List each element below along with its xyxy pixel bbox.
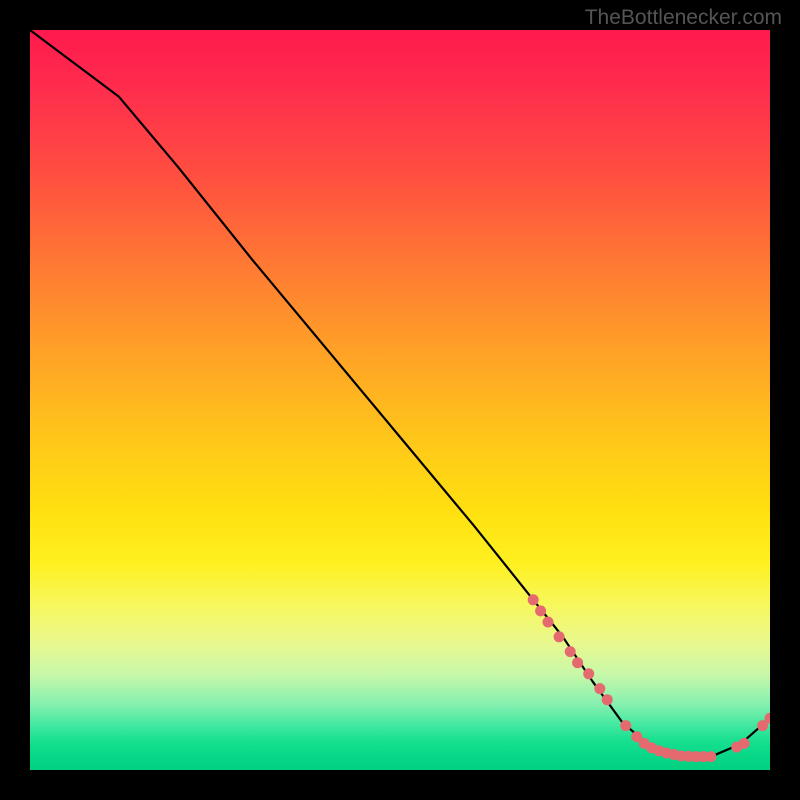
chart-marker <box>535 605 546 616</box>
chart-marker <box>602 694 613 705</box>
chart-marker <box>620 720 631 731</box>
chart-marker <box>528 594 539 605</box>
chart-marker <box>705 751 716 762</box>
chart-markers <box>528 594 770 762</box>
chart-marker <box>739 738 750 749</box>
chart-plot-area <box>30 30 770 770</box>
chart-marker <box>572 657 583 668</box>
chart-marker <box>543 617 554 628</box>
chart-marker <box>565 646 576 657</box>
chart-overlay-svg <box>30 30 770 770</box>
chart-curve <box>30 30 770 757</box>
watermark-text: TheBottlenecker.com <box>585 6 782 30</box>
chart-marker <box>594 683 605 694</box>
chart-marker <box>583 668 594 679</box>
chart-marker <box>554 631 565 642</box>
